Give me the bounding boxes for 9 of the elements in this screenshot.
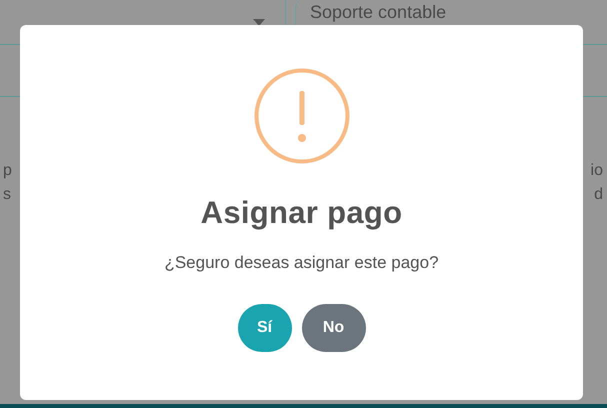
text-fragment: p	[3, 161, 12, 181]
confirm-button[interactable]: Sí	[238, 304, 292, 352]
cancel-button[interactable]: No	[302, 304, 366, 352]
exclamation-icon	[254, 68, 350, 164]
dialog-title: Asignar pago	[200, 195, 402, 231]
dialog-message: ¿Seguro deseas asignar este pago?	[164, 252, 439, 274]
text-fragment: io	[590, 161, 603, 181]
text-fragment: d	[594, 185, 603, 205]
text-fragment: s	[3, 185, 11, 205]
